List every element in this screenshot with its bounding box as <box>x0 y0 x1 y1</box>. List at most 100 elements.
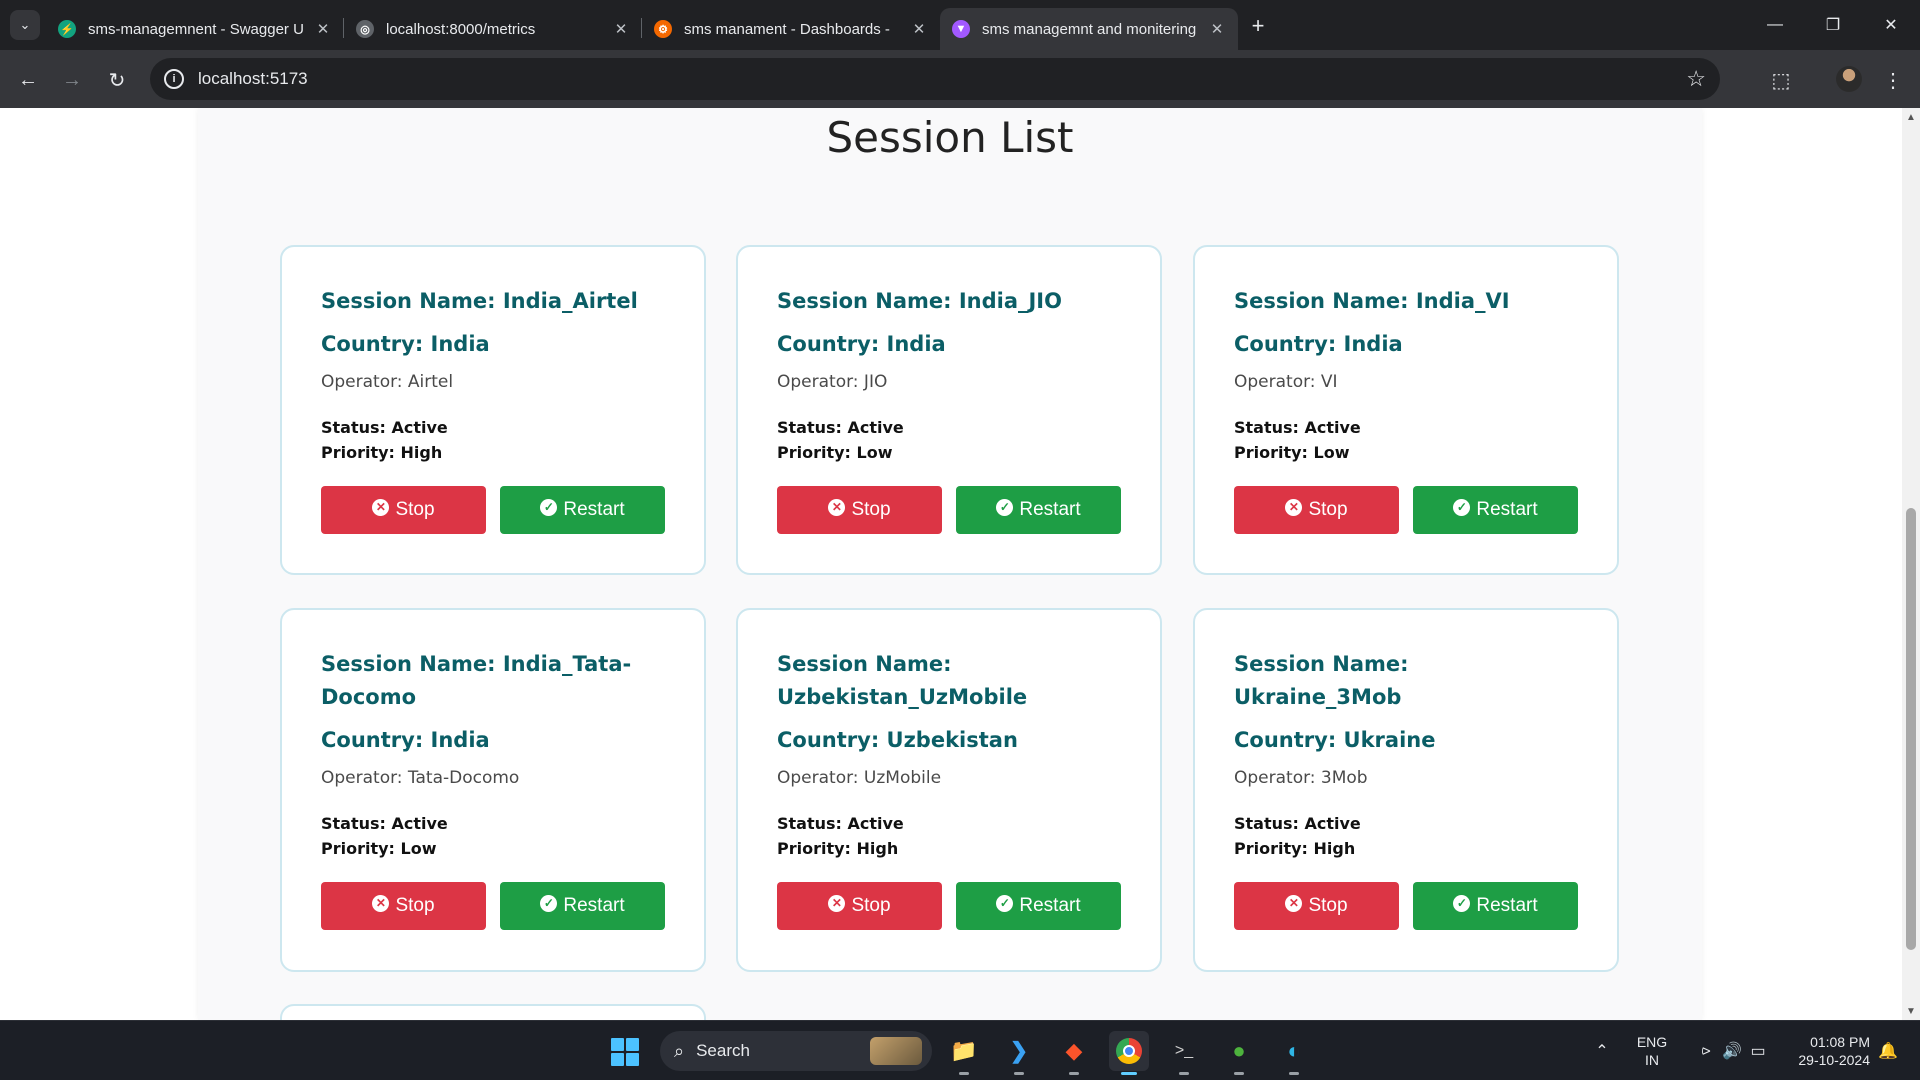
close-tab-icon[interactable]: ✕ <box>1208 20 1226 38</box>
tab-title: sms-managemnent - Swagger U <box>88 20 304 38</box>
session-card: Session Name: Ukraine_3Mob Country: Ukra… <box>1193 608 1619 972</box>
forward-icon[interactable]: → <box>57 65 87 95</box>
reload-icon[interactable]: ↻ <box>102 65 132 95</box>
session-status: Status: Active <box>321 814 448 833</box>
tab-grafana[interactable]: ⚙ sms manament - Dashboards - ✕ <box>642 8 940 50</box>
session-card: Session Name: India_Tata-Docomo Country:… <box>280 608 706 972</box>
session-card <box>280 1004 706 1020</box>
session-priority: Priority: High <box>1234 839 1356 858</box>
session-name: Session Name: India_Tata-Docomo <box>321 652 632 709</box>
windows-start-icon[interactable] <box>611 1038 639 1066</box>
search-icon: ⌕ <box>674 1040 685 1061</box>
session-priority: Priority: High <box>777 839 899 858</box>
tab-metrics[interactable]: ◎ localhost:8000/metrics ✕ <box>344 8 642 50</box>
session-country: Country: India <box>321 332 490 356</box>
system-clock[interactable]: 01:08 PM 29-10-2024 <box>1780 1033 1870 1069</box>
restart-button[interactable]: ✓ Restart <box>500 486 665 534</box>
scroll-up-icon[interactable]: ▲ <box>1902 108 1920 126</box>
restart-button[interactable]: ✓ Restart <box>1413 882 1578 930</box>
check-circle-icon: ✓ <box>540 498 558 516</box>
check-circle-icon: ✓ <box>1453 894 1471 912</box>
brave-icon[interactable]: ◆ <box>1054 1031 1094 1075</box>
address-bar[interactable]: i localhost:5173 ☆ <box>150 58 1720 100</box>
tab-title: sms manament - Dashboards - <box>684 20 890 38</box>
session-country: Country: Ukraine <box>1234 728 1436 752</box>
battery-icon[interactable]: ▭ <box>1738 1031 1778 1071</box>
restart-button[interactable]: ✓ Restart <box>956 486 1121 534</box>
session-priority: Priority: Low <box>321 839 437 858</box>
stop-button[interactable]: ✕ Stop <box>777 486 942 534</box>
profile-avatar[interactable] <box>1836 66 1862 92</box>
session-status: Status: Active <box>1234 814 1361 833</box>
check-circle-icon: ✓ <box>996 498 1014 516</box>
page-title: Session List <box>826 113 1074 162</box>
language-indicator[interactable]: ENG IN <box>1632 1033 1672 1069</box>
terminal-icon[interactable]: >_ <box>1164 1031 1204 1075</box>
stop-button[interactable]: ✕ Stop <box>777 882 942 930</box>
session-card: Session Name: India_Airtel Country: Indi… <box>280 245 706 575</box>
tab-sms-monitoring[interactable]: ▼ sms managemnt and monitering ✕ <box>940 8 1238 50</box>
notification-bell-icon[interactable]: 🔔 <box>1868 1031 1908 1071</box>
stop-button[interactable]: ✕ Stop <box>1234 882 1399 930</box>
check-circle-icon: ✓ <box>996 894 1014 912</box>
session-name: Session Name: India_VI <box>1234 289 1510 313</box>
extensions-icon[interactable]: ⬚ <box>1766 65 1796 95</box>
restart-button[interactable]: ✓ Restart <box>956 882 1121 930</box>
x-circle-icon: ✕ <box>1285 498 1303 516</box>
file-explorer-icon[interactable]: 📁 <box>944 1031 984 1075</box>
taskbar-search[interactable]: ⌕ Search <box>660 1031 932 1071</box>
x-circle-icon: ✕ <box>828 894 846 912</box>
minimize-icon[interactable]: — <box>1760 10 1790 40</box>
scroll-thumb[interactable] <box>1906 508 1916 950</box>
session-operator: Operator: JIO <box>777 372 888 392</box>
session-status: Status: Active <box>321 418 448 437</box>
stop-button[interactable]: ✕ Stop <box>1234 486 1399 534</box>
restart-button[interactable]: ✓ Restart <box>500 882 665 930</box>
check-circle-icon: ✓ <box>1453 498 1471 516</box>
page-scrollbar[interactable]: ▲ ▼ <box>1902 108 1920 1020</box>
vscode-icon[interactable]: ❯ <box>999 1031 1039 1075</box>
session-operator: Operator: VI <box>1234 372 1338 392</box>
search-label: Search <box>696 1041 750 1060</box>
back-icon[interactable]: ← <box>13 65 43 95</box>
session-name: Session Name: Uzbekistan_UzMobile <box>777 652 1028 709</box>
tab-swagger[interactable]: ⚡ sms-managemnent - Swagger U ✕ <box>46 8 344 50</box>
x-circle-icon: ✕ <box>372 498 390 516</box>
stop-button[interactable]: ✕ Stop <box>321 486 486 534</box>
vite-favicon-icon: ▼ <box>952 20 970 38</box>
url-text[interactable]: localhost:5173 <box>198 69 308 89</box>
close-tab-icon[interactable]: ✕ <box>612 20 630 38</box>
session-country: Country: Uzbekistan <box>777 728 1018 752</box>
chrome-icon[interactable] <box>1109 1031 1149 1075</box>
bookmark-star-icon[interactable]: ☆ <box>1686 66 1706 92</box>
restore-icon[interactable]: ❐ <box>1818 10 1848 40</box>
session-name: Session Name: India_Airtel <box>321 289 638 313</box>
mongodb-compass-icon[interactable]: ● <box>1219 1031 1259 1075</box>
tab-title: sms managemnt and monitering <box>982 20 1197 38</box>
browser-menu-icon[interactable]: ⋮ <box>1878 65 1908 95</box>
tab-search-button[interactable]: ⌄ <box>10 10 40 40</box>
x-circle-icon: ✕ <box>372 894 390 912</box>
edge-icon[interactable]: ◐ <box>1274 1031 1314 1075</box>
session-card: Session Name: India_VI Country: India Op… <box>1193 245 1619 575</box>
stop-button[interactable]: ✕ Stop <box>321 882 486 930</box>
close-window-icon[interactable]: ✕ <box>1876 10 1906 40</box>
session-priority: Priority: High <box>321 443 443 462</box>
session-country: Country: India <box>321 728 490 752</box>
swagger-favicon-icon: ⚡ <box>58 20 76 38</box>
globe-favicon-icon: ◎ <box>356 20 374 38</box>
show-hidden-icons-icon[interactable]: ⌃ <box>1582 1031 1622 1071</box>
session-country: Country: India <box>1234 332 1403 356</box>
session-priority: Priority: Low <box>1234 443 1350 462</box>
browser-toolbar: ← → ↻ i localhost:5173 ☆ ⬚ <box>0 50 1920 108</box>
session-operator: Operator: 3Mob <box>1234 768 1368 788</box>
close-tab-icon[interactable]: ✕ <box>910 20 928 38</box>
new-tab-button[interactable]: + <box>1244 12 1272 40</box>
restart-button[interactable]: ✓ Restart <box>1413 486 1578 534</box>
session-priority: Priority: Low <box>777 443 893 462</box>
session-name: Session Name: India_JIO <box>777 289 1062 313</box>
site-info-icon[interactable]: i <box>164 69 184 89</box>
close-tab-icon[interactable]: ✕ <box>314 20 332 38</box>
session-operator: Operator: UzMobile <box>777 768 942 788</box>
scroll-down-icon[interactable]: ▼ <box>1902 1002 1920 1020</box>
